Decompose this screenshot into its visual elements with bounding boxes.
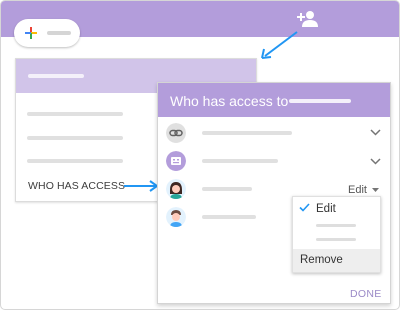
menu-item-remove[interactable]: Remove [293, 249, 380, 272]
pointer-arrow-icon [261, 31, 298, 59]
placeholder-line [27, 159, 123, 163]
app-window: WHO HAS ACCESS Who has access to Edit Ed… [0, 0, 400, 310]
sharing-dialog: Who has access to Edit Edit Remove DONE [157, 82, 391, 304]
file-card-title-placeholder [28, 74, 84, 78]
who-has-access-link[interactable]: WHO HAS ACCESS [28, 180, 125, 192]
person-name-placeholder [202, 215, 256, 219]
done-button[interactable]: DONE [350, 288, 382, 300]
placeholder-line [27, 112, 123, 116]
link-icon [166, 123, 186, 143]
avatar [166, 207, 186, 227]
menu-item-remove-label: Remove [300, 254, 343, 266]
chevron-down-icon[interactable] [370, 129, 381, 136]
placeholder-line [27, 136, 123, 140]
permission-dropdown[interactable]: Edit [348, 184, 367, 196]
dialog-header: Who has access to [158, 83, 390, 117]
checkmark-icon [299, 203, 310, 212]
menu-item-edit[interactable]: Edit [316, 203, 336, 215]
permission-menu: Edit Remove [292, 196, 381, 273]
person-name-placeholder [202, 187, 252, 191]
file-name-placeholder [289, 99, 351, 103]
group-name-placeholder [202, 159, 278, 163]
dialog-title: Who has access to [170, 93, 289, 109]
chevron-down-icon[interactable] [370, 158, 381, 165]
new-button-label-placeholder [47, 31, 71, 35]
new-button[interactable] [14, 19, 80, 47]
plus-icon [25, 27, 37, 39]
group-icon [166, 151, 186, 171]
menu-item-placeholder[interactable] [316, 224, 356, 227]
person-add-icon[interactable] [297, 10, 319, 28]
link-setting-placeholder [202, 131, 292, 135]
menu-item-placeholder[interactable] [316, 238, 356, 241]
caret-down-icon[interactable] [372, 188, 379, 192]
arrow-right-icon [124, 180, 159, 192]
avatar [166, 179, 186, 199]
